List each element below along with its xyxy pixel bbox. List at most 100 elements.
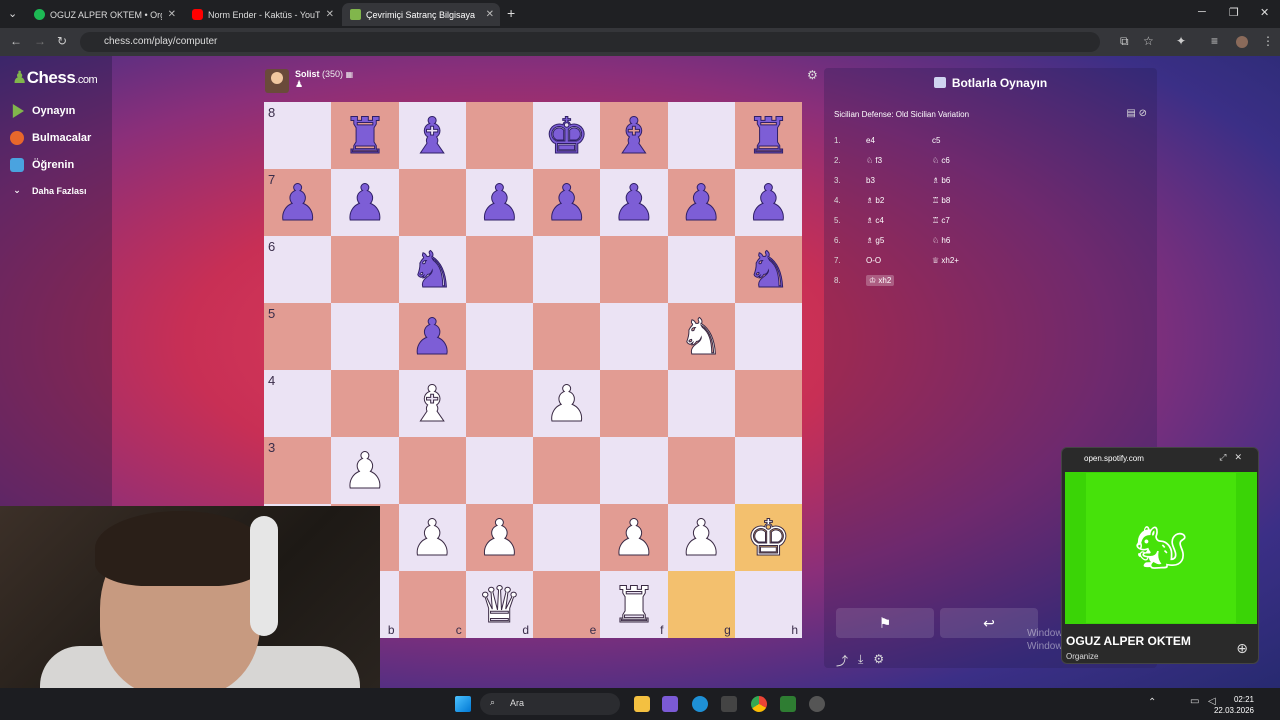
- bookmark-icon[interactable]: ☆: [1143, 34, 1154, 48]
- square-d4[interactable]: [465, 370, 533, 437]
- square-a5[interactable]: 5: [264, 303, 332, 370]
- black-pawn-piece[interactable]: ♟: [678, 177, 724, 228]
- close-window-icon[interactable]: ✕: [1260, 6, 1269, 19]
- square-e2[interactable]: [533, 504, 601, 571]
- white-queen-piece[interactable]: ♛: [476, 579, 522, 630]
- square-b4[interactable]: [331, 370, 399, 437]
- settings-gear-icon[interactable]: ⚙: [807, 68, 818, 82]
- share-icon[interactable]: ⤴: [836, 652, 848, 669]
- square-e8[interactable]: ♚: [533, 102, 601, 169]
- black-move[interactable]: ♖ b8: [932, 196, 998, 205]
- square-e1[interactable]: e: [533, 571, 601, 638]
- black-knight-piece[interactable]: ♞: [409, 244, 455, 295]
- square-g3[interactable]: [667, 437, 735, 504]
- close-tab-icon[interactable]: ✕: [326, 9, 334, 20]
- black-move[interactable]: ♗ b6: [932, 176, 998, 185]
- white-pawn-piece[interactable]: ♟: [544, 378, 590, 429]
- white-pawn-piece[interactable]: ♟: [611, 512, 657, 563]
- square-f2[interactable]: ♟: [600, 504, 668, 571]
- black-pawn-piece[interactable]: ♟: [544, 177, 590, 228]
- settings-icon[interactable]: ⚙: [873, 652, 884, 669]
- maximize-icon[interactable]: ❐: [1229, 6, 1239, 19]
- app2-icon[interactable]: [780, 696, 796, 712]
- square-f3[interactable]: [600, 437, 668, 504]
- square-b8[interactable]: ♜: [331, 102, 399, 169]
- white-move[interactable]: ♔ xh2: [866, 274, 932, 286]
- square-h7[interactable]: ♟: [734, 169, 802, 236]
- square-e5[interactable]: [533, 303, 601, 370]
- square-a6[interactable]: 6: [264, 236, 332, 303]
- square-g8[interactable]: [667, 102, 735, 169]
- square-b3[interactable]: ♟: [331, 437, 399, 504]
- extensions-icon[interactable]: ✦: [1176, 34, 1186, 48]
- analysis-icon[interactable]: ⊘: [1139, 108, 1147, 119]
- black-move[interactable]: ♕ xh2+: [932, 256, 998, 265]
- white-move[interactable]: O-O: [866, 256, 932, 265]
- square-g5[interactable]: ♞: [667, 303, 735, 370]
- square-h1[interactable]: h: [734, 571, 802, 638]
- network-icon[interactable]: ▭: [1190, 696, 1199, 707]
- square-d1[interactable]: d ♛: [465, 571, 533, 638]
- square-e6[interactable]: [533, 236, 601, 303]
- square-e7[interactable]: ♟: [533, 169, 601, 236]
- black-move[interactable]: ♘ h6: [932, 236, 998, 245]
- opening-name[interactable]: Sicilian Defense: Old Sicilian Variation: [834, 110, 969, 119]
- sidebar-item-learn[interactable]: Öğrenin: [10, 158, 74, 172]
- square-b6[interactable]: [331, 236, 399, 303]
- white-rook-piece[interactable]: ♜: [611, 579, 657, 630]
- download-icon[interactable]: ⤓: [858, 652, 863, 669]
- square-h6[interactable]: ♞: [734, 236, 802, 303]
- white-move[interactable]: ♗ b2: [866, 196, 932, 205]
- reload-icon[interactable]: ↻: [57, 34, 67, 48]
- tab-search-icon[interactable]: ⌄: [8, 7, 17, 20]
- white-knight-piece[interactable]: ♞: [678, 311, 724, 362]
- square-f6[interactable]: [600, 236, 668, 303]
- tab-spotify[interactable]: OGUZ ALPER OKTEM • Org ✕: [26, 3, 182, 26]
- square-c1[interactable]: c: [398, 571, 466, 638]
- square-f1[interactable]: f ♜: [600, 571, 668, 638]
- square-d8[interactable]: [465, 102, 533, 169]
- chrome-icon[interactable]: [751, 696, 767, 712]
- app3-icon[interactable]: [809, 696, 825, 712]
- square-c2[interactable]: ♟: [398, 504, 466, 571]
- black-king-piece[interactable]: ♚: [544, 110, 590, 161]
- tray-chevron-icon[interactable]: ⌃: [1148, 697, 1156, 708]
- square-d5[interactable]: [465, 303, 533, 370]
- square-d7[interactable]: ♟: [465, 169, 533, 236]
- square-e3[interactable]: [533, 437, 601, 504]
- square-c6[interactable]: ♞: [398, 236, 466, 303]
- add-icon[interactable]: ⊕: [1236, 640, 1248, 657]
- square-e4[interactable]: ♟: [533, 370, 601, 437]
- white-pawn-piece[interactable]: ♟: [476, 512, 522, 563]
- media-icon[interactable]: ≡: [1211, 34, 1218, 48]
- white-move[interactable]: ♘ f3: [866, 156, 932, 165]
- black-bishop-piece[interactable]: ♝: [409, 110, 455, 161]
- chess-logo[interactable]: ♟Chess.com: [12, 68, 98, 88]
- black-pawn-piece[interactable]: ♟: [745, 177, 791, 228]
- black-move[interactable]: ♖ c7: [932, 216, 998, 225]
- forward-icon[interactable]: →: [34, 34, 46, 48]
- square-f4[interactable]: [600, 370, 668, 437]
- square-a7[interactable]: 7 ♟: [264, 169, 332, 236]
- square-d2[interactable]: ♟: [465, 504, 533, 571]
- black-pawn-piece[interactable]: ♟: [611, 177, 657, 228]
- square-c8[interactable]: ♝: [398, 102, 466, 169]
- app-icon[interactable]: [662, 696, 678, 712]
- square-h2[interactable]: ♚: [734, 504, 802, 571]
- square-f5[interactable]: [600, 303, 668, 370]
- sidebar-item-play[interactable]: Oynayın: [10, 104, 75, 118]
- square-g1[interactable]: g: [667, 571, 735, 638]
- white-move[interactable]: b3: [866, 176, 932, 185]
- resign-button[interactable]: ⚑: [836, 608, 934, 638]
- square-b7[interactable]: ♟: [331, 169, 399, 236]
- black-rook-piece[interactable]: ♜: [342, 110, 388, 161]
- square-c5[interactable]: ♟: [398, 303, 466, 370]
- back-icon[interactable]: ←: [10, 34, 22, 48]
- tab-chess[interactable]: Çevrimiçi Satranç Bilgisaya ✕: [342, 3, 500, 26]
- black-pawn-piece[interactable]: ♟: [275, 177, 321, 228]
- black-pawn-piece[interactable]: ♟: [342, 177, 388, 228]
- white-bishop-piece[interactable]: ♝: [409, 378, 455, 429]
- black-bishop-piece[interactable]: ♝: [611, 110, 657, 161]
- black-move[interactable]: c5: [932, 136, 998, 145]
- square-f8[interactable]: ♝: [600, 102, 668, 169]
